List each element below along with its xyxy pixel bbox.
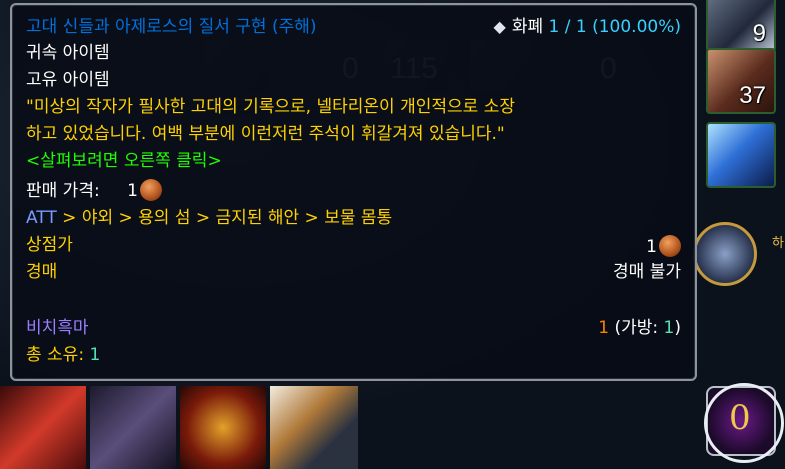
auction-label: 경매 [26, 262, 58, 282]
diamond-icon: ◆ [493, 17, 506, 36]
action-slot-1[interactable]: 9 [706, 0, 776, 52]
copper-coin-icon [659, 235, 681, 257]
unit-portrait[interactable] [693, 222, 757, 286]
binding-text: 귀속 아이템 [26, 43, 110, 63]
unit-name-partial: 하 [772, 236, 784, 251]
item-tooltip: 고대 신들과 아제로스의 질서 구현 (주해) ◆ 화폐 1 / 1 (100.0… [10, 3, 697, 381]
bank-close: ) [674, 318, 681, 338]
total-value: 1 [89, 345, 101, 365]
eye-icon: 0 [729, 398, 751, 438]
auction-value: 경매 불가 [613, 262, 681, 282]
source-path: ATT > 야외 > 용의 섬 > 금지된 해안 > 보물 몸통 [26, 208, 392, 228]
ability-button-3[interactable] [180, 386, 266, 469]
sell-price-value: 1 [127, 181, 138, 201]
bank-value: 1 [663, 318, 675, 338]
item-title: 고대 신들과 아제로스의 질서 구현 (주해) [26, 17, 317, 37]
source-location: > 야외 > 용의 섬 > 금지된 해안 > 보물 몸통 [56, 208, 393, 228]
source-prefix: ATT [26, 208, 57, 228]
ability-button-4[interactable] [270, 386, 358, 469]
game-scene: 0 115 0 9 37 하 0 고대 신들과 아제로스의 질서 구현 (주해)… [0, 0, 785, 469]
total-label: 총 소유: [26, 345, 85, 365]
vendor-label: 상점가 [26, 235, 73, 255]
flavor-text-line-2: 하고 있었습니다. 여백 부분에 이런저런 주석이 휘갈겨져 있습니다." [26, 124, 505, 144]
currency-value: 1 / 1 (100.00%) [548, 17, 681, 37]
unique-text: 고유 아이템 [26, 70, 110, 90]
ability-button-1[interactable] [0, 386, 86, 469]
vendor-price-value: 1 [646, 237, 657, 257]
copper-coin-icon [139, 179, 162, 201]
currency-info: ◆ 화폐 1 / 1 (100.00%) [494, 17, 681, 37]
sell-price-label: 판매 가격: [26, 181, 100, 201]
action-slot-2[interactable]: 37 [706, 48, 776, 114]
character-name: 비치흑마 [26, 318, 89, 338]
right-click-hint: <살펴보려면 오른쪽 클릭> [26, 151, 222, 171]
total-owned: 총 소유: 1 [26, 345, 100, 365]
stack-count: 37 [739, 82, 766, 109]
character-count: 1 (가방: 1) [598, 318, 681, 338]
action-slot-3[interactable] [706, 122, 776, 188]
ability-button-2[interactable] [90, 386, 176, 469]
bank-label: (가방: [614, 318, 659, 338]
char-count-value: 1 [598, 318, 610, 338]
vendor-price: 1 [646, 235, 681, 257]
stack-count: 9 [752, 20, 766, 47]
flavor-text-line-1: "미상의 작자가 필사한 고대의 기록으로, 넬타리온이 개인적으로 소장 [26, 97, 515, 117]
currency-label: 화폐 [511, 17, 544, 37]
sell-price: 판매 가격: 1 [26, 179, 162, 201]
